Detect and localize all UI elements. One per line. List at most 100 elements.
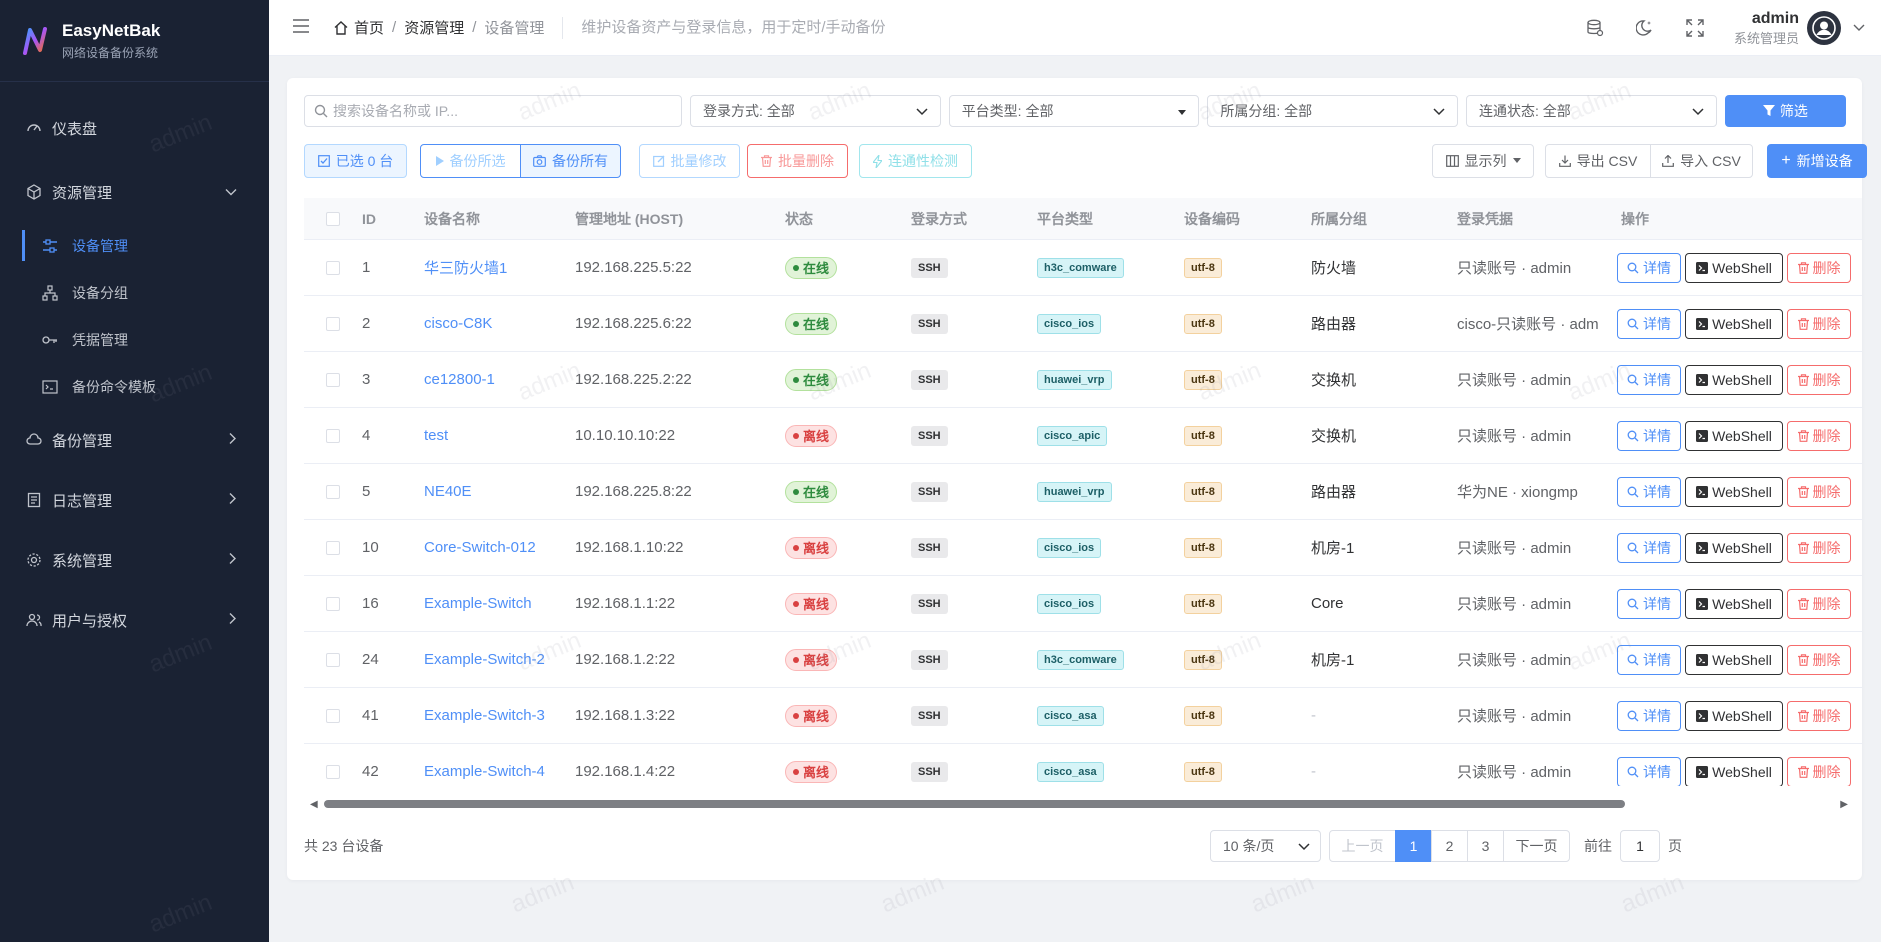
device-name-link[interactable]: Core-Switch-012 <box>424 539 575 556</box>
table-row[interactable]: 42 Example-Switch-4 192.168.1.4:22 离线 SSH cis… <box>304 744 1862 786</box>
table-row[interactable]: 10 Core-Switch-012 192.168.1.10:22 离线 SSH cis… <box>304 520 1862 576</box>
row-checkbox[interactable] <box>304 708 362 723</box>
batch-edit-button[interactable]: 批量修改 <box>639 144 740 178</box>
detail-button[interactable]: 详情 <box>1617 476 1681 507</box>
page-size-select[interactable]: 10 条/页 <box>1210 830 1321 862</box>
device-name-link[interactable]: Example-Switch-2 <box>424 651 575 668</box>
row-checkbox[interactable] <box>304 540 362 555</box>
device-name-link[interactable]: 华三防火墙1 <box>424 257 575 278</box>
webshell-button[interactable]: WebShell <box>1685 476 1783 507</box>
login-filter-select[interactable]: 登录方式: 全部 <box>690 95 941 127</box>
chevron-down-icon[interactable] <box>1853 19 1865 37</box>
filter-button[interactable]: 筛选 <box>1724 95 1846 127</box>
table-row[interactable]: 3 ce12800-1 192.168.225.2:22 在线 SSH huawei_vr… <box>304 352 1862 408</box>
webshell-button[interactable]: WebShell <box>1685 588 1783 619</box>
webshell-button[interactable]: WebShell <box>1685 756 1783 786</box>
delete-button[interactable]: 删除 <box>1787 700 1851 731</box>
columns-button[interactable]: 显示列 <box>1432 144 1534 178</box>
row-checkbox[interactable] <box>304 260 362 275</box>
detail-button[interactable]: 详情 <box>1617 420 1681 451</box>
device-name-link[interactable]: NE40E <box>424 483 575 500</box>
page-button-2[interactable]: 2 <box>1431 830 1468 862</box>
webshell-button[interactable]: WebShell <box>1685 700 1783 731</box>
row-checkbox[interactable] <box>304 316 362 331</box>
sidebar-item-users[interactable]: 用户与授权 <box>0 590 269 650</box>
device-name-link[interactable]: test <box>424 427 575 444</box>
table-row[interactable]: 24 Example-Switch-2 192.168.1.2:22 离线 SSH h3c… <box>304 632 1862 688</box>
column-header-host[interactable]: 管理地址 (HOST) <box>575 209 785 229</box>
scroll-right-arrow-icon[interactable]: ▶ <box>1840 799 1848 810</box>
backup-selected-button[interactable]: 备份所选 <box>420 144 521 178</box>
table-row[interactable]: 4 test 10.10.10.10:22 离线 SSH cisco_apic utf-8 交… <box>304 408 1862 464</box>
horizontal-scrollbar[interactable]: ◀ ▶ <box>304 797 1862 811</box>
delete-button[interactable]: 删除 <box>1787 364 1851 395</box>
table-row[interactable]: 2 cisco-C8K 192.168.225.6:22 在线 SSH cisco_ios… <box>304 296 1862 352</box>
webshell-button[interactable]: WebShell <box>1685 252 1783 283</box>
webshell-button[interactable]: WebShell <box>1685 532 1783 563</box>
row-checkbox[interactable] <box>304 652 362 667</box>
device-name-link[interactable]: cisco-C8K <box>424 315 575 332</box>
column-header-credential[interactable]: 登录凭据 <box>1457 209 1609 229</box>
export-csv-button[interactable]: 导出 CSV <box>1545 144 1651 178</box>
detail-button[interactable]: 详情 <box>1617 756 1681 786</box>
moon-icon[interactable] <box>1634 17 1656 39</box>
column-header-login[interactable]: 登录方式 <box>911 209 1037 229</box>
row-checkbox[interactable] <box>304 372 362 387</box>
page-button-1[interactable]: 1 <box>1395 830 1432 862</box>
table-row[interactable]: 1 华三防火墙1 192.168.225.5:22 在线 SSH h3c_comware u… <box>304 240 1862 296</box>
delete-button[interactable]: 删除 <box>1787 308 1851 339</box>
detail-button[interactable]: 详情 <box>1617 644 1681 675</box>
sidebar-item-backup-templates[interactable]: 备份命令模板 <box>0 363 269 410</box>
column-header-group[interactable]: 所属分组 <box>1311 209 1457 229</box>
menu-toggle-icon[interactable] <box>293 16 311 39</box>
detail-button[interactable]: 详情 <box>1617 588 1681 619</box>
webshell-button[interactable]: WebShell <box>1685 364 1783 395</box>
sidebar-item-device-groups[interactable]: 设备分组 <box>0 269 269 316</box>
detail-button[interactable]: 详情 <box>1617 364 1681 395</box>
device-name-link[interactable]: Example-Switch-4 <box>424 763 575 780</box>
detail-button[interactable]: 详情 <box>1617 700 1681 731</box>
sidebar-item-logs[interactable]: 日志管理 <box>0 470 269 530</box>
table-row[interactable]: 16 Example-Switch 192.168.1.1:22 离线 SSH cisco… <box>304 576 1862 632</box>
breadcrumb-resource[interactable]: 资源管理 <box>404 17 464 38</box>
device-name-link[interactable]: Example-Switch <box>424 595 575 612</box>
delete-button[interactable]: 删除 <box>1787 756 1851 786</box>
sidebar-item-devices[interactable]: 设备管理 <box>0 222 269 269</box>
user-info[interactable]: admin 系统管理员 <box>1734 10 1799 47</box>
table-row[interactable]: 5 NE40E 192.168.225.8:22 在线 SSH huawei_vrp utf… <box>304 464 1862 520</box>
delete-button[interactable]: 删除 <box>1787 588 1851 619</box>
table-row[interactable]: 41 Example-Switch-3 192.168.1.3:22 离线 SSH cis… <box>304 688 1862 744</box>
detail-button[interactable]: 详情 <box>1617 252 1681 283</box>
row-checkbox[interactable] <box>304 484 362 499</box>
delete-button[interactable]: 删除 <box>1787 476 1851 507</box>
column-header-platform[interactable]: 平台类型 <box>1037 209 1184 229</box>
column-header-encoding[interactable]: 设备编码 <box>1184 209 1311 229</box>
sidebar-item-backup[interactable]: 备份管理 <box>0 410 269 470</box>
scroll-left-arrow-icon[interactable]: ◀ <box>310 799 318 810</box>
avatar[interactable] <box>1807 11 1841 45</box>
group-filter-select[interactable]: 所属分组: 全部 <box>1207 95 1459 127</box>
sidebar-item-system[interactable]: 系统管理 <box>0 530 269 590</box>
page-button-3[interactable]: 3 <box>1467 830 1504 862</box>
search-input[interactable]: 搜索设备名称或 IP... <box>304 95 683 127</box>
breadcrumb-home[interactable]: 首页 <box>333 17 384 38</box>
device-name-link[interactable]: Example-Switch-3 <box>424 707 575 724</box>
webshell-button[interactable]: WebShell <box>1685 420 1783 451</box>
delete-button[interactable]: 删除 <box>1787 252 1851 283</box>
connectivity-check-button[interactable]: 连通性检测 <box>859 144 972 178</box>
next-page-button[interactable]: 下一页 <box>1503 830 1570 862</box>
delete-button[interactable]: 删除 <box>1787 644 1851 675</box>
import-csv-button[interactable]: 导入 CSV <box>1650 144 1753 178</box>
column-header-status[interactable]: 状态 <box>785 209 911 229</box>
row-checkbox[interactable] <box>304 764 362 779</box>
sidebar-item-resource[interactable]: 资源管理 <box>0 162 269 222</box>
prev-page-button[interactable]: 上一页 <box>1329 830 1396 862</box>
webshell-button[interactable]: WebShell <box>1685 308 1783 339</box>
selected-count-button[interactable]: 已选 0 台 <box>304 144 407 178</box>
sidebar-item-dashboard[interactable]: 仪表盘 <box>0 100 269 156</box>
add-device-button[interactable]: + 新增设备 <box>1767 144 1867 178</box>
delete-button[interactable]: 删除 <box>1787 532 1851 563</box>
column-header-id[interactable]: ID <box>362 211 424 227</box>
sidebar-item-credentials[interactable]: 凭据管理 <box>0 316 269 363</box>
select-all-checkbox[interactable] <box>304 211 362 226</box>
